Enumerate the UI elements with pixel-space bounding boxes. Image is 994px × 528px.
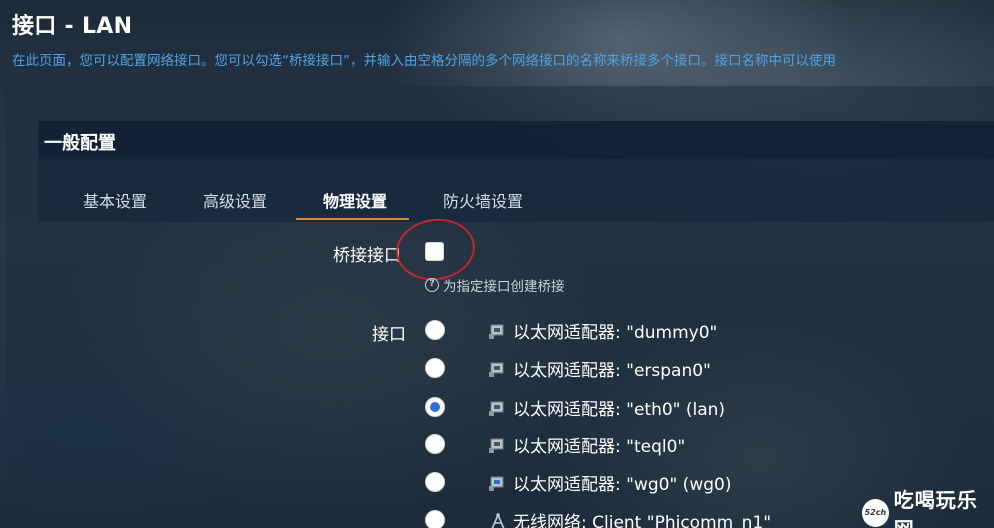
tab-bar: 基本设置 高级设置 物理设置 防火墙设置 bbox=[38, 159, 994, 222]
interface-radio-wg0[interactable] bbox=[425, 472, 445, 492]
tab-physical-settings[interactable]: 物理设置 bbox=[323, 188, 387, 212]
bridge-interfaces-label: 桥接接口 bbox=[333, 246, 401, 266]
interface-option-label: 以太网适配器: "teql0" bbox=[513, 437, 686, 457]
interface-option-label: 以太网适配器: "erspan0" bbox=[513, 361, 711, 381]
bridge-help-text: ? 为指定接口创建桥接 bbox=[425, 275, 565, 295]
interface-radio-dummy0[interactable] bbox=[425, 320, 445, 340]
tab-advanced-settings[interactable]: 高级设置 bbox=[203, 188, 267, 212]
interface-option-label: 以太网适配器: "eth0" (lan) bbox=[513, 400, 726, 420]
interface-option-label: 以太网适配器: "dummy0" bbox=[513, 323, 718, 343]
ethernet-port-icon bbox=[488, 474, 508, 492]
interface-option-phicomm[interactable]: 无线网络: Client "Phicomm_n1" bbox=[488, 508, 771, 528]
bridge-help-label: 为指定接口创建桥接 bbox=[443, 279, 565, 295]
tab-firewall-settings[interactable]: 防火墙设置 bbox=[443, 188, 523, 212]
interface-radio-teql0[interactable] bbox=[425, 434, 445, 454]
watermark-logo: 52ch bbox=[862, 499, 889, 527]
tab-basic-settings[interactable]: 基本设置 bbox=[83, 188, 147, 212]
ethernet-port-icon bbox=[488, 399, 508, 417]
wifi-antenna-icon bbox=[488, 512, 508, 528]
interface-option-erspan0[interactable]: 以太网适配器: "erspan0" bbox=[488, 356, 711, 381]
interface-option-teql0[interactable]: 以太网适配器: "teql0" bbox=[488, 432, 685, 457]
active-tab-indicator bbox=[296, 218, 409, 220]
section-header: 一般配置 bbox=[38, 121, 994, 159]
section-title: 一般配置 bbox=[44, 133, 116, 154]
page-title: 接口 - LAN bbox=[12, 14, 133, 39]
ethernet-port-icon bbox=[488, 360, 508, 378]
interface-option-label: 以太网适配器: "wg0" (wg0) bbox=[513, 475, 732, 495]
ethernet-port-icon bbox=[488, 436, 508, 454]
interface-radio-erspan0[interactable] bbox=[425, 358, 445, 378]
interface-label: 接口 bbox=[372, 325, 406, 345]
interface-option-eth0[interactable]: 以太网适配器: "eth0" (lan) bbox=[488, 395, 725, 420]
interface-radio-phicomm[interactable] bbox=[425, 510, 445, 528]
ethernet-port-icon bbox=[488, 322, 508, 340]
interface-option-dummy0[interactable]: 以太网适配器: "dummy0" bbox=[488, 318, 717, 343]
interface-option-wg0[interactable]: 以太网适配器: "wg0" (wg0) bbox=[488, 470, 731, 495]
interface-option-label: 无线网络: Client "Phicomm_n1" bbox=[513, 513, 772, 528]
page-description: 在此页面，您可以配置网络接口。您可以勾选“桥接接口”，并输入由空格分隔的多个网络… bbox=[12, 53, 836, 69]
interface-radio-eth0[interactable] bbox=[425, 397, 445, 417]
site-watermark: 52ch 吃喝玩乐网 bbox=[862, 488, 994, 528]
watermark-text: 吃喝玩乐网 bbox=[893, 488, 978, 528]
help-icon: ? bbox=[425, 278, 439, 292]
